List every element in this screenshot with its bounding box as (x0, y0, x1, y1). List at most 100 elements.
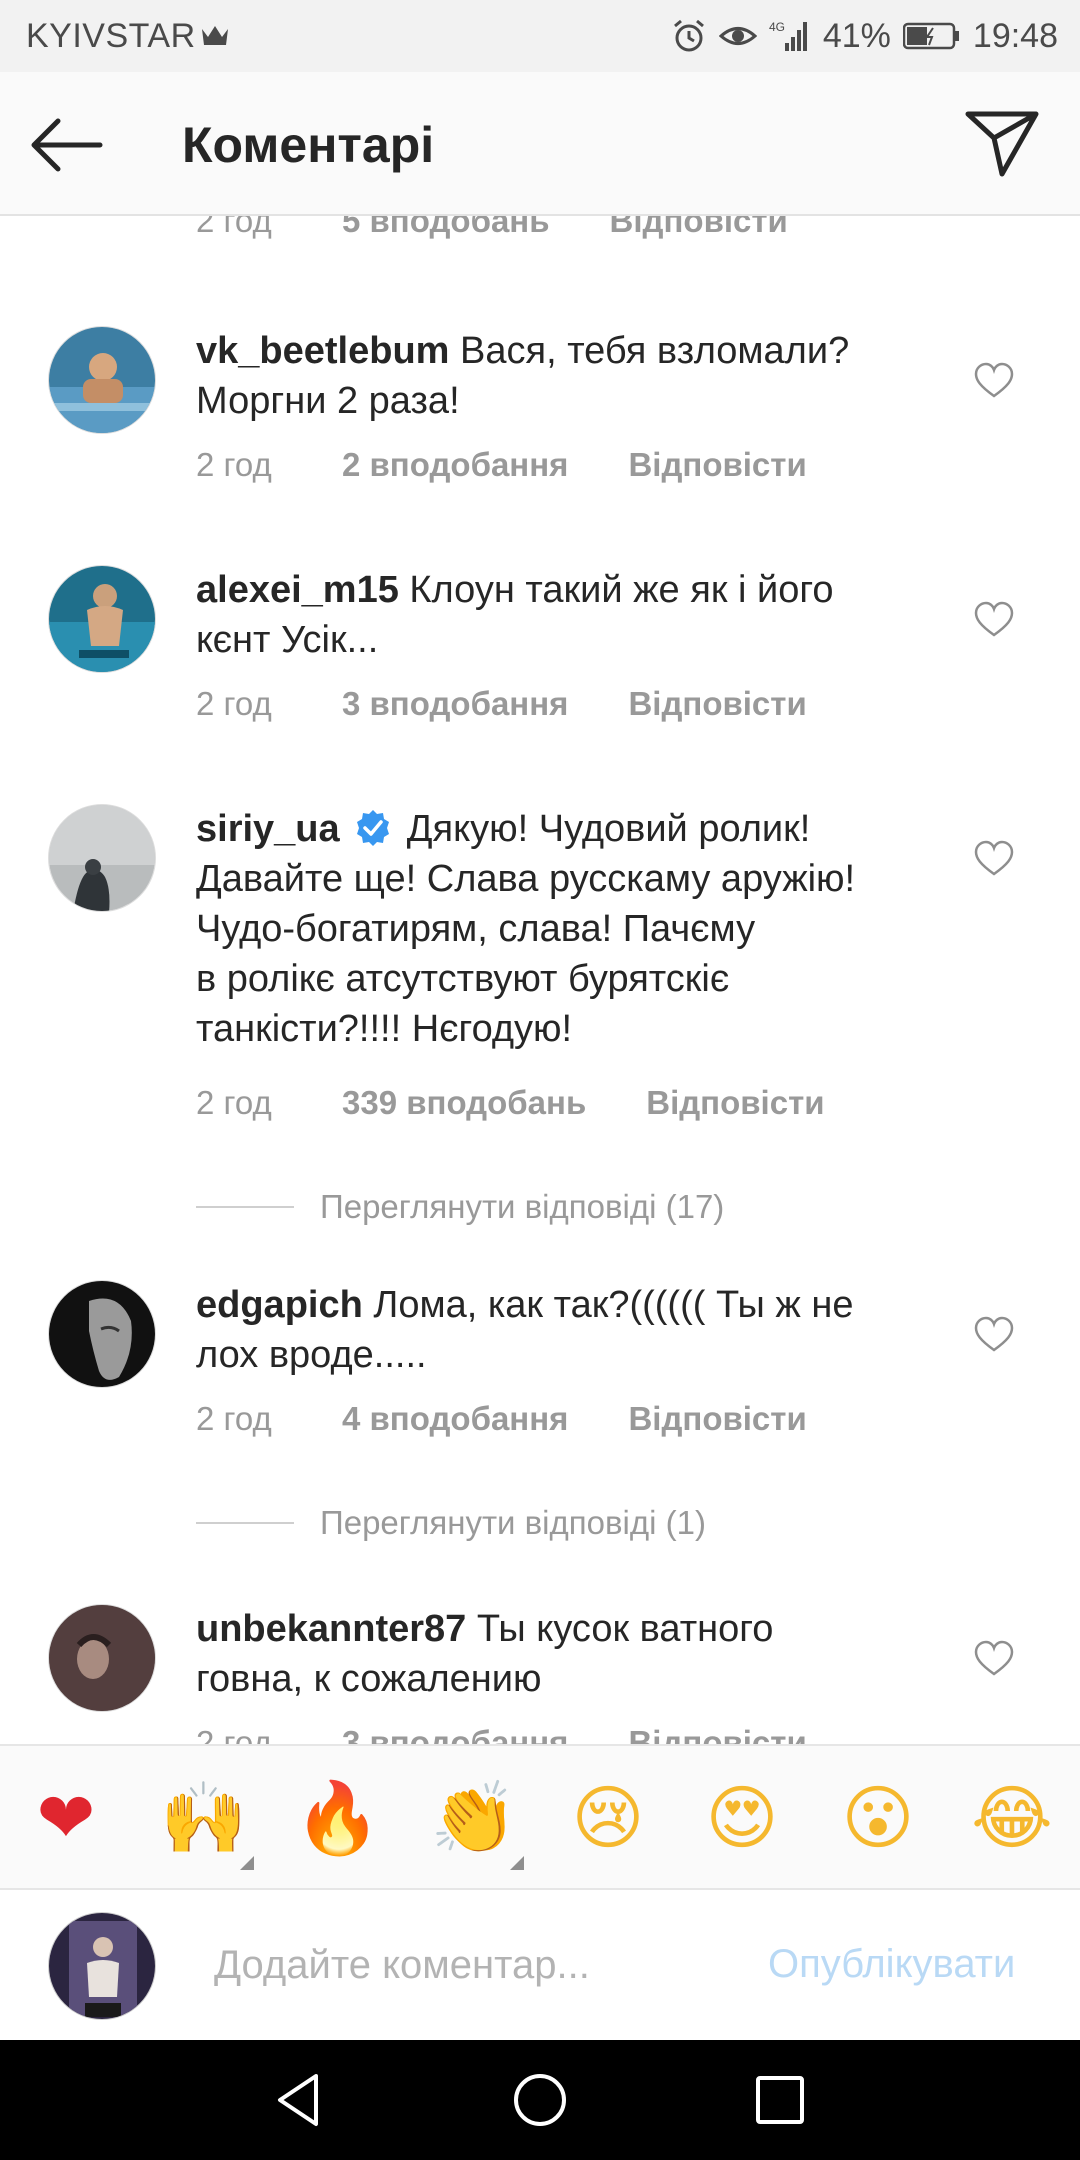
heart-icon (974, 840, 1014, 876)
comment-username[interactable]: vk_beetlebum (196, 330, 449, 372)
nav-recents-button[interactable] (750, 2070, 810, 2130)
comment-body-line: Моргни 2 раза! (196, 380, 460, 422)
reply-button[interactable]: Відповісти (610, 216, 788, 240)
comment-body-line: лох вроде..... (196, 1334, 427, 1376)
page-title: Коментарі (182, 117, 435, 173)
status-right: 4G 41% 19:48 (671, 17, 1058, 56)
arrow-left-icon (31, 118, 103, 172)
emoji-laughing-button[interactable]: 😂 (970, 1776, 1054, 1860)
comment-likes[interactable]: 5 вподобань (342, 216, 550, 240)
avatar[interactable] (48, 326, 156, 434)
emoji-heart-button[interactable]: ❤ (24, 1776, 108, 1860)
comment-time: 2 год (196, 1724, 272, 1744)
comment-likes[interactable]: 2 вподобання (342, 446, 568, 484)
reply-button[interactable]: Відповісти (646, 1084, 824, 1122)
comment-username[interactable]: siriy_ua (196, 808, 340, 850)
comment-input[interactable] (214, 1930, 734, 2000)
signal-icon: 4G (769, 19, 811, 53)
carrier-label: KYIVSTAR (26, 16, 196, 55)
comment-meta: 2 год 3 вподобання Відповісти (196, 685, 807, 723)
eye-icon (718, 21, 757, 51)
comment-body-line: Чудо-богатирям, слава! Пачєму (196, 908, 756, 950)
heart-icon (974, 601, 1014, 637)
status-left: KYIVSTAR (26, 17, 230, 56)
like-button[interactable] (974, 1640, 1016, 1680)
avatar[interactable] (48, 804, 156, 912)
alarm-icon (671, 18, 707, 54)
nav-back-button[interactable] (270, 2070, 330, 2130)
avatar[interactable] (48, 565, 156, 673)
emoji-quick-bar: ❤ 🙌 🔥 👏 😢 😍 😮 😂 (0, 1744, 1080, 1890)
back-button[interactable] (30, 110, 110, 180)
divider (196, 1206, 294, 1208)
battery-icon (902, 22, 961, 50)
circle-home-icon (514, 2074, 566, 2126)
like-button[interactable] (974, 1316, 1016, 1356)
emoji-clap-button[interactable]: 👏 (430, 1776, 517, 1860)
comment-body-line: Давайте ще! Слава русскаму аружію! (196, 858, 856, 900)
emoji-raised-hands-button[interactable]: 🙌 (160, 1776, 247, 1860)
clock: 19:48 (972, 16, 1058, 55)
comment-body-line: танкісти?!!!! Нєгодую! (196, 1008, 573, 1050)
divider (196, 1522, 294, 1524)
comment-likes[interactable]: 339 вподобань (342, 1084, 586, 1122)
comment-body-line: Клоун такий же як і його (409, 569, 834, 611)
comment-time: 2 год (196, 1084, 272, 1121)
triangle-back-icon (278, 2074, 318, 2126)
comment-text: alexei_m15 Клоун такий же як і його кєнт… (196, 565, 936, 665)
emoji-surprised-button[interactable]: 😮 (836, 1776, 920, 1860)
comments-list[interactable]: 2 год 5 вподобань Відповісти vk_beetlebu… (0, 216, 1080, 1744)
paper-plane-icon (965, 111, 1039, 177)
comment-likes[interactable]: 4 вподобання (342, 1400, 568, 1438)
comment-meta: 2 год 4 вподобання Відповісти (196, 1400, 807, 1438)
comment-meta-partial: 2 год 5 вподобань Відповісти (196, 216, 788, 240)
view-replies-button[interactable]: Переглянути відповіді (17) (196, 1188, 724, 1226)
heart-icon (974, 1640, 1014, 1676)
share-button[interactable] (964, 108, 1044, 184)
emoji-crying-button[interactable]: 😢 (566, 1776, 650, 1860)
avatar[interactable] (48, 1604, 156, 1712)
nav-home-button[interactable] (510, 2070, 570, 2130)
comment-time: 2 год (196, 216, 272, 239)
header: Коментарі (0, 72, 1080, 216)
comment-time: 2 год (196, 446, 272, 483)
reply-button[interactable]: Відповісти (628, 446, 806, 484)
heart-icon (974, 362, 1014, 398)
reply-button[interactable]: Відповісти (628, 685, 806, 723)
view-replies-button[interactable]: Переглянути відповіді (1) (196, 1504, 706, 1542)
comment-text: unbekannter87 Ты кусок ватного говна, к … (196, 1604, 936, 1704)
emoji-variants-indicator (240, 1856, 254, 1870)
publish-button[interactable]: Опублікувати (768, 1942, 1015, 1987)
comment-meta: 2 год 2 вподобання Відповісти (196, 446, 807, 484)
comment-text: siriy_ua Дякую! Чудовий ролик! Давайте щ… (196, 804, 936, 1054)
comment-meta: 2 год 339 вподобань Відповісти (196, 1084, 825, 1122)
comment-username[interactable]: alexei_m15 (196, 569, 399, 611)
comment-body-line: Вася, тебя взломали? (460, 330, 850, 372)
comment-username[interactable]: unbekannter87 (196, 1608, 466, 1650)
like-button[interactable] (974, 362, 1016, 402)
emoji-fire-button[interactable]: 🔥 (294, 1776, 381, 1860)
view-replies-label: Переглянути відповіді (1) (320, 1504, 706, 1541)
view-replies-label: Переглянути відповіді (17) (320, 1188, 725, 1225)
avatar[interactable] (48, 1280, 156, 1388)
reply-button[interactable]: Відповісти (628, 1400, 806, 1438)
reply-button[interactable]: Відповісти (628, 1724, 806, 1744)
emoji-heart-eyes-button[interactable]: 😍 (700, 1776, 784, 1860)
battery-percent: 41% (822, 16, 891, 55)
comment-body-line: кєнт Усік... (196, 619, 379, 661)
emoji-variants-indicator (510, 1856, 524, 1870)
heart-icon (974, 1316, 1014, 1352)
comment-text: vk_beetlebum Вася, тебя взломали? Моргни… (196, 326, 936, 426)
my-avatar (48, 1912, 156, 2020)
comment-time: 2 год (196, 1400, 272, 1437)
comment-time: 2 год (196, 685, 272, 722)
like-button[interactable] (974, 840, 1016, 880)
comment-likes[interactable]: 3 вподобання (342, 1724, 568, 1744)
status-bar: KYIVSTAR 4G 41% 19:48 (0, 0, 1080, 72)
comment-likes[interactable]: 3 вподобання (342, 685, 568, 723)
like-button[interactable] (974, 601, 1016, 641)
network-label: 4G (769, 20, 785, 34)
system-nav-bar (0, 2040, 1080, 2160)
comment-username[interactable]: edgapich (196, 1284, 363, 1326)
crown-icon (200, 23, 230, 49)
